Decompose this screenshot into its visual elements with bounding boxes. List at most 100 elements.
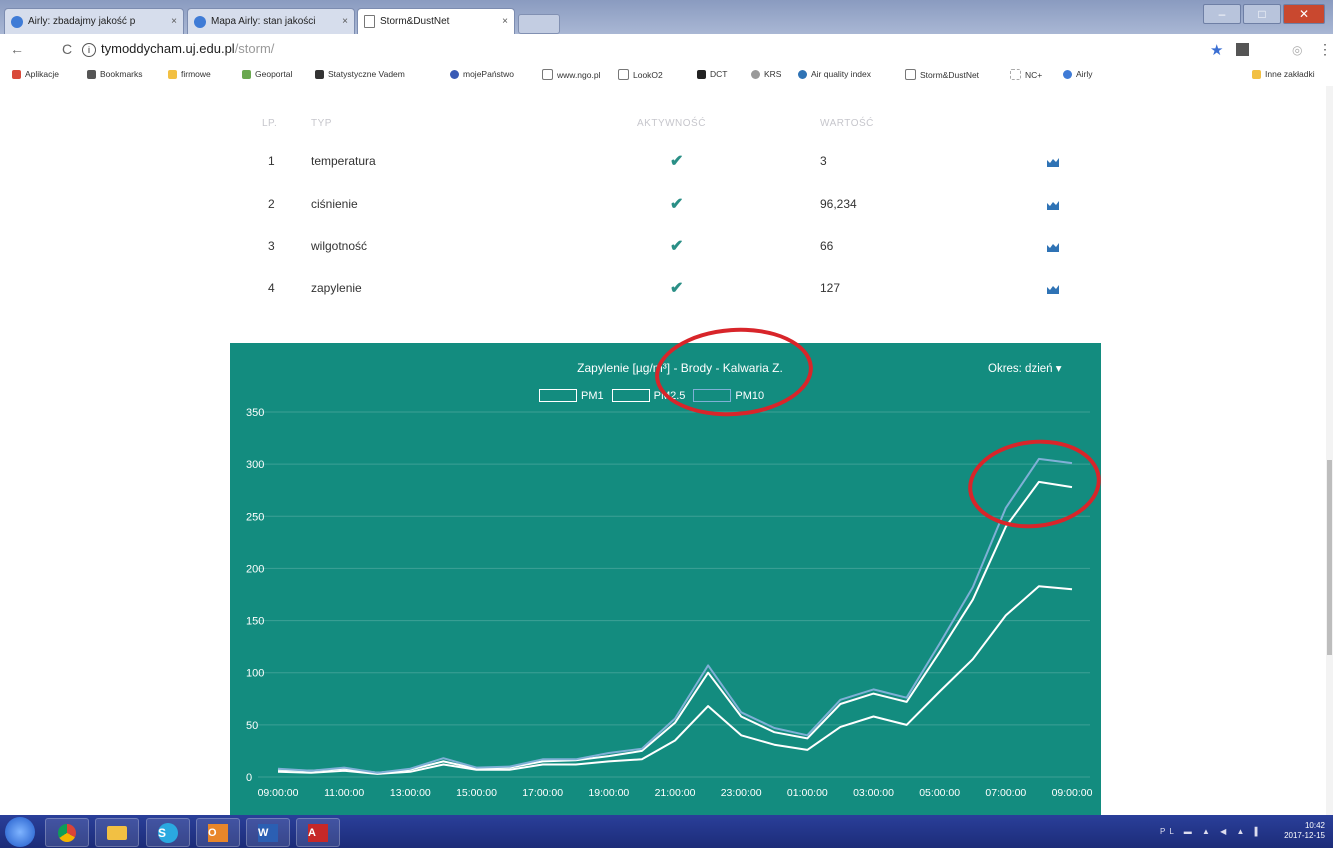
new-tab-button[interactable]	[518, 14, 560, 34]
page-icon	[542, 69, 553, 80]
series-line-pm1	[277, 585, 1073, 775]
scrollbar-thumb[interactable]	[1327, 460, 1332, 655]
bookmarks-bar: Aplikacje Bookmarks firmowe Geoportal St…	[0, 64, 1333, 86]
x-tick-label: 23:00:00	[721, 787, 762, 799]
tab-airly[interactable]: Airly: zbadajmy jakość p ×	[4, 8, 184, 34]
skype-icon[interactable]: S	[146, 818, 190, 847]
bookmark-krs[interactable]: KRS	[751, 69, 781, 79]
row-typ: ciśnienie	[311, 197, 358, 211]
column-header-aktywnosc: AKTYWNOŚĆ	[637, 118, 706, 129]
tab-mapa-airly[interactable]: Mapa Airly: stan jakości ×	[187, 8, 355, 34]
close-icon[interactable]: ×	[171, 16, 177, 27]
y-tick-label: 200	[246, 563, 264, 575]
bookmark-bookmarks[interactable]: Bookmarks	[87, 69, 143, 79]
bookmark-airly[interactable]: Airly	[1063, 69, 1093, 79]
bookmark-looko2[interactable]: LookO2	[618, 69, 663, 80]
y-tick-label: 300	[246, 459, 264, 471]
bookmark-statystyczne[interactable]: Statystyczne Vadem	[315, 69, 405, 79]
row-typ: wilgotność	[311, 239, 368, 253]
line-chart: 0 50 100 150 200 250 300 350 09:00:00 11:00:00 13:…	[246, 407, 1093, 799]
bookmark-aplikacje[interactable]: Aplikacje	[12, 69, 59, 79]
row-lp: 3	[268, 239, 275, 253]
tab-stormdustnet[interactable]: Storm&DustNet ×	[357, 8, 515, 34]
clock[interactable]: 10:42 2017-12-15	[1284, 821, 1325, 841]
browser-tab-strip: Airly: zbadajmy jakość p × Mapa Airly: s…	[0, 0, 1333, 34]
x-tick-label: 21:00:00	[655, 787, 696, 799]
close-icon[interactable]: ×	[342, 16, 348, 27]
extension-icon[interactable]: ◎	[1292, 43, 1302, 57]
start-orb-icon[interactable]	[5, 817, 35, 847]
bookmark-aqi[interactable]: Air quality index	[798, 69, 871, 79]
x-tick-label: 15:00:00	[456, 787, 497, 799]
bookmark-stormdustnet[interactable]: Storm&DustNet	[905, 69, 979, 80]
url-host: tymoddycham.uj.edu.pl	[101, 41, 235, 56]
bookmark-ngo[interactable]: www.ngo.pl	[542, 69, 600, 80]
row-lp: 1	[268, 154, 275, 168]
check-icon: ✔	[670, 238, 684, 255]
scrollbar-track[interactable]	[1326, 86, 1333, 815]
column-header-lp: LP.	[262, 118, 278, 129]
close-window-button[interactable]: ✕	[1283, 4, 1325, 24]
row-value: 66	[820, 239, 834, 253]
airly-icon	[11, 15, 23, 28]
bookmark-firmowe[interactable]: firmowe	[168, 69, 211, 79]
y-tick-label: 150	[246, 616, 264, 628]
windows-taskbar: S O W A PL ▬ ▲ ◀ ▲ ▌ 10:42 2017-12-15	[0, 815, 1333, 848]
row-typ: temperatura	[311, 154, 376, 168]
y-tick-label: 100	[246, 668, 264, 680]
airly-icon	[194, 15, 206, 28]
folder-icon	[1252, 69, 1261, 79]
x-tick-label: 01:00:00	[787, 787, 828, 799]
x-tick-label: 09:00:00	[1052, 787, 1093, 799]
page-icon	[618, 69, 629, 80]
row-lp: 4	[268, 281, 275, 295]
x-tick-label: 11:00:00	[324, 787, 364, 799]
y-tick-label: 0	[246, 772, 252, 784]
y-tick-label: 50	[246, 720, 258, 732]
area-chart-icon[interactable]	[1047, 200, 1059, 210]
reload-icon[interactable]: C	[62, 41, 72, 57]
area-chart-icon[interactable]	[1047, 157, 1059, 167]
page-icon	[905, 69, 916, 80]
series-line-pm25	[277, 480, 1073, 774]
menu-icon[interactable]: ⋮	[1318, 41, 1332, 58]
extension-icon[interactable]	[1236, 43, 1249, 56]
bookmark-dct[interactable]: DCT	[697, 69, 727, 79]
word-icon[interactable]: W	[246, 818, 290, 847]
column-header-wartosc: WARTOŚĆ	[820, 118, 874, 129]
url-path: /storm/	[234, 41, 275, 56]
outlook-icon[interactable]: O	[196, 818, 240, 847]
bookmark-mojepanstwo[interactable]: mojePaństwo	[450, 69, 514, 79]
acrobat-icon[interactable]: A	[296, 818, 340, 847]
bookmark-star-icon[interactable]: ★	[1210, 41, 1223, 59]
series-line-pm10	[277, 457, 1073, 774]
apps-icon	[12, 69, 21, 79]
x-tick-label: 19:00:00	[588, 787, 629, 799]
info-icon[interactable]: i	[82, 42, 96, 57]
window-controls: – □ ✕	[1203, 4, 1325, 24]
folder-icon[interactable]	[95, 818, 139, 847]
nc-icon	[1010, 69, 1021, 80]
area-chart-icon[interactable]	[1047, 242, 1059, 252]
close-icon[interactable]: ×	[502, 16, 508, 27]
maximize-button[interactable]: □	[1243, 4, 1281, 24]
back-icon[interactable]: ←	[10, 41, 24, 57]
airly-icon	[1063, 69, 1072, 79]
area-chart-icon[interactable]	[1047, 284, 1059, 294]
chrome-icon[interactable]	[45, 818, 89, 847]
y-tick-label: 250	[246, 511, 264, 523]
folder-icon	[168, 69, 177, 79]
x-tick-label: 17:00:00	[522, 787, 563, 799]
url-field[interactable]: i tymoddycham.uj.edu.pl/storm/	[82, 39, 1182, 59]
bookmark-geoportal[interactable]: Geoportal	[242, 69, 292, 79]
bookmark-ncplus[interactable]: NC+	[1010, 69, 1042, 80]
x-tick-label: 09:00:00	[258, 787, 299, 799]
minimize-button[interactable]: –	[1203, 4, 1241, 24]
other-bookmarks[interactable]: Inne zakładki	[1252, 69, 1315, 79]
star-icon	[87, 69, 96, 79]
globe-icon	[450, 69, 459, 79]
system-tray[interactable]: PL ▬ ▲ ◀ ▲ ▌	[1160, 827, 1264, 836]
geoportal-icon	[242, 69, 251, 79]
clock-time: 10:42	[1304, 821, 1325, 830]
krs-icon	[751, 69, 760, 79]
